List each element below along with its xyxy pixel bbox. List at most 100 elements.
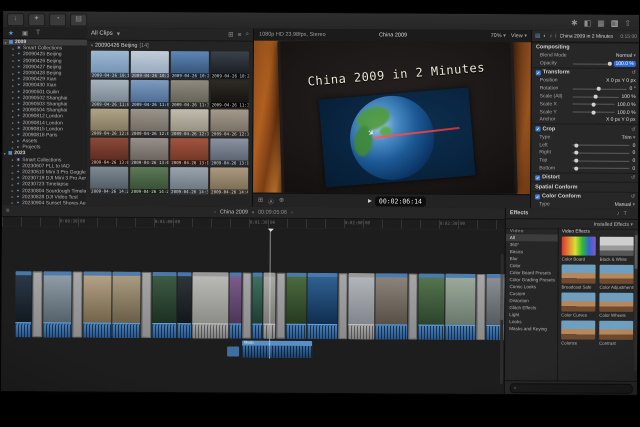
transition-clip[interactable] [338, 273, 347, 339]
timeline-clip[interactable] [307, 273, 337, 339]
transition-clip[interactable] [242, 273, 251, 339]
browser-clip[interactable]: 2009-04-26 12:04:08 [130, 109, 168, 136]
effect-tile[interactable]: Black & White [600, 237, 634, 262]
music-browser-icon[interactable]: ♪ [617, 211, 620, 217]
import-media-button[interactable]: ↓ [7, 13, 24, 26]
parameter-value[interactable]: 0 [632, 158, 635, 164]
effect-tile[interactable]: Color Adjustments [599, 265, 633, 290]
parameter-value[interactable]: 0 ° [630, 86, 636, 92]
effect-tile[interactable]: Broadcast Safe [561, 264, 595, 289]
timeline-clip[interactable] [15, 271, 31, 337]
parameter-value[interactable]: 0 [633, 150, 636, 156]
parameter-slider[interactable] [573, 96, 619, 97]
browser-clip[interactable]: 2009-04-26 13:02:44 [90, 138, 128, 165]
slider-knob[interactable] [574, 159, 578, 163]
media-browser-button[interactable]: ▤ [70, 13, 87, 26]
audio-inspector-tab-icon[interactable]: ♪ [550, 33, 553, 39]
browser-toggle-icon[interactable]: ◧ [584, 18, 592, 27]
slider-knob[interactable] [607, 62, 611, 66]
browser-clip[interactable]: 2009-04-26 10:21:44 [131, 51, 169, 78]
checkbox-icon[interactable]: ✓ [535, 175, 540, 180]
browser-clip[interactable]: 2009-04-26 11:31:02 [171, 80, 209, 107]
effects-scrollbar[interactable] [634, 231, 638, 371]
browser-clip[interactable]: 2009-04-26 12:01:15 [90, 109, 128, 136]
parameter-slider[interactable] [572, 168, 629, 169]
play-icon[interactable]: ▶ [368, 198, 372, 204]
titles-generators-tab-icon[interactable]: T [36, 29, 40, 36]
parameter-value[interactable]: 100.0 % [613, 61, 635, 67]
browser-clip[interactable]: 2009-04-26 14:40:22 [210, 167, 248, 194]
info-inspector-tab-icon[interactable]: i [555, 33, 556, 39]
disclosure-triangle-icon[interactable]: ▾ [91, 43, 93, 48]
effect-tile[interactable]: Colorize [561, 320, 595, 345]
list-view-icon[interactable]: ≡ [238, 31, 242, 38]
reset-icon[interactable]: ↺ [631, 194, 635, 200]
slider-knob[interactable] [574, 167, 578, 171]
project-back-icon[interactable]: ‹ [214, 209, 216, 215]
viewer-canvas[interactable]: China 2009 in 2 Minutes ✈ [253, 41, 532, 195]
grid-view-icon[interactable]: ⊞ [228, 30, 234, 38]
video-inspector-tab-icon[interactable]: ▤ [535, 33, 540, 39]
browser-clip[interactable]: 2009-04-26 13:11:58 [170, 138, 208, 165]
browser-clip[interactable]: 2009-04-26 12:15:21 [210, 109, 248, 136]
transition-clip[interactable] [476, 274, 485, 340]
slider-knob[interactable] [574, 151, 578, 155]
slider-knob[interactable] [574, 143, 578, 147]
browser-clip[interactable]: 2009-04-26 11:05:27 [131, 80, 169, 107]
effects-category-masks-and-keying[interactable]: Masks and Keying [505, 325, 557, 332]
effect-tile[interactable]: Color Board [562, 236, 596, 261]
parameter-value[interactable]: 0 [632, 166, 635, 172]
browser-clip[interactable]: 2009-04-26 14:21:30 [90, 167, 128, 194]
parameter-value[interactable]: Normal [616, 53, 636, 59]
checkbox-icon[interactable]: ✓ [535, 126, 540, 131]
timeline-clip[interactable] [177, 272, 191, 338]
browser-clip[interactable]: 2009-04-26 10:18:04 [91, 51, 129, 78]
checkbox-icon[interactable]: ✓ [536, 70, 541, 75]
parameter-value[interactable]: 100.0 % [617, 102, 635, 108]
timeline-clip[interactable] [192, 272, 228, 338]
timeline-clip[interactable] [43, 271, 71, 337]
browser-clip[interactable]: 2009-04-26 10:24:18 [171, 51, 209, 78]
connected-audio-clip[interactable]: Music [242, 341, 312, 358]
photos-audio-tab-icon[interactable]: ▣ [22, 29, 28, 37]
viewer-zoom-menu[interactable]: 70% ▾ [491, 33, 506, 39]
parameter-value[interactable]: 100 % [621, 94, 635, 100]
browser-clip[interactable]: 2009-04-26 14:25:16 [130, 167, 168, 194]
timecode-display[interactable]: 00:02:06:14 [375, 196, 426, 206]
timeline-clip[interactable] [83, 272, 111, 338]
browser-clip[interactable]: 2009-04-26 14:32:49 [170, 167, 208, 194]
slider-knob[interactable] [597, 87, 601, 91]
titles-browser-icon[interactable]: T [624, 211, 627, 217]
checkbox-icon[interactable]: ✓ [535, 194, 540, 199]
reset-icon[interactable]: ↺ [631, 127, 635, 133]
inspector-toggle-icon[interactable]: ▥ [611, 18, 619, 27]
extensions-icon[interactable]: ✱ [571, 18, 578, 27]
clip-filter-menu[interactable]: All Clips [91, 31, 113, 37]
project-forward-icon[interactable]: › [291, 209, 293, 215]
timeline-project-name[interactable]: China 2009 [220, 209, 248, 215]
connected-clip[interactable] [227, 346, 239, 356]
browser-clip[interactable]: 2009-04-26 12:10:33 [170, 109, 208, 136]
background-tasks-button[interactable]: ◔ [49, 13, 66, 26]
parameter-slider[interactable] [572, 160, 629, 161]
parameter-value[interactable]: 0 [633, 142, 636, 148]
browser-clip[interactable]: 2009-04-26 13:18:05 [210, 138, 248, 165]
transition-clip[interactable] [32, 271, 42, 337]
share-icon[interactable]: ⇧ [624, 18, 631, 27]
transition-clip[interactable] [72, 271, 82, 337]
parameter-value[interactable]: Trim [622, 135, 636, 141]
parameter-value[interactable]: Manual [615, 202, 635, 208]
slider-knob[interactable] [591, 110, 595, 114]
color-inspector-tab-icon[interactable]: ◐ [543, 33, 546, 39]
timeline-clip[interactable] [252, 273, 262, 339]
effect-tile[interactable]: Contrast [599, 321, 633, 346]
parameter-slider[interactable] [573, 63, 611, 64]
transition-clip[interactable] [141, 272, 151, 338]
browser-clip[interactable]: 2009-04-26 13:06:12 [130, 138, 168, 165]
slider-knob[interactable] [591, 103, 595, 107]
parameter-slider[interactable] [572, 145, 629, 146]
effect-tile[interactable]: Color Curves [561, 292, 595, 317]
timeline-clip[interactable] [229, 272, 241, 338]
timeline-clip[interactable] [112, 272, 140, 338]
parameter-value[interactable]: X 0 px Y 0 px [606, 78, 636, 84]
